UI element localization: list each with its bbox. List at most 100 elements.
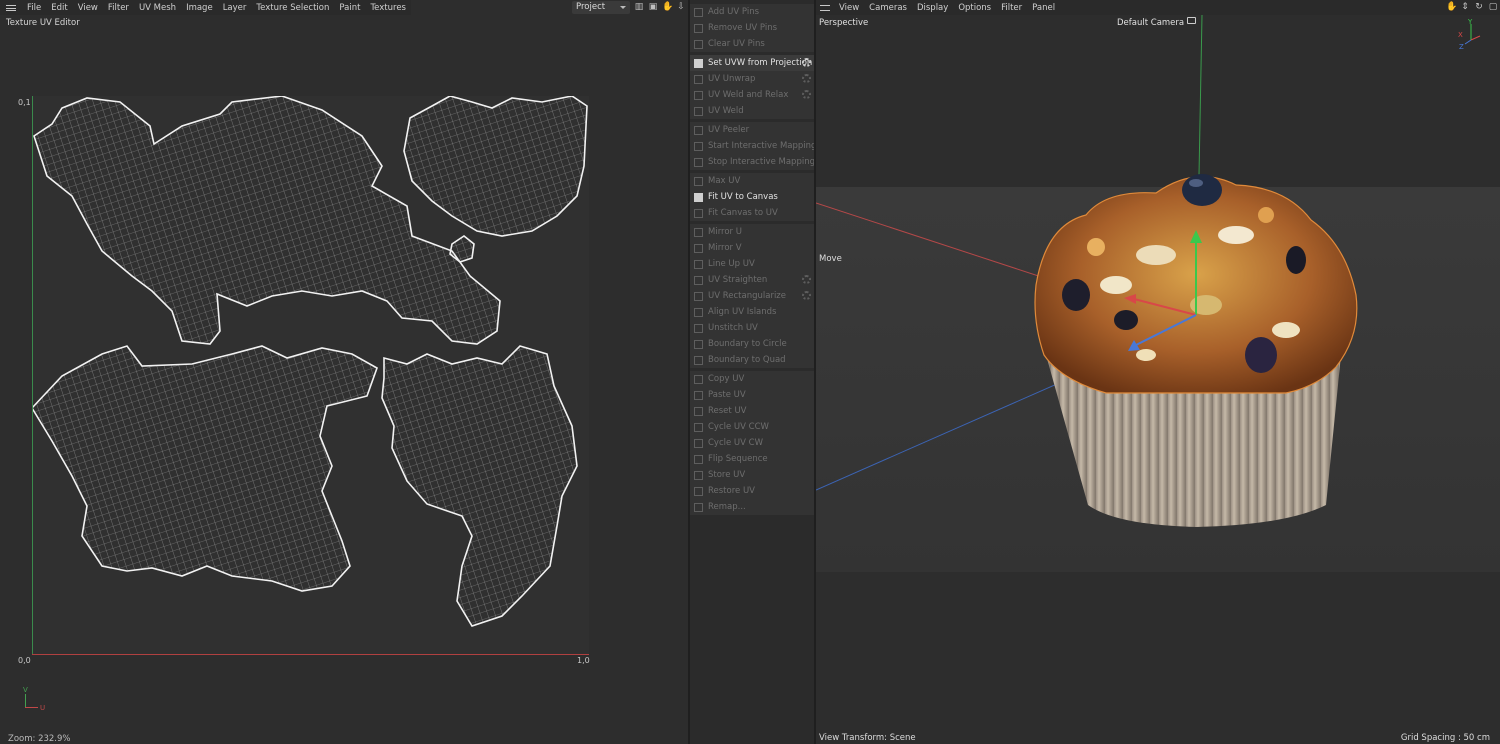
command-set-uvw-from-projection[interactable]: Set UVW from Projection — [690, 55, 814, 71]
uv-gizmo-v-axis — [25, 694, 26, 707]
uv-canvas[interactable] — [32, 96, 589, 654]
command-reset-uv[interactable]: Reset UV — [690, 403, 814, 419]
hand-pan-icon[interactable]: ✋ — [662, 2, 673, 12]
command-label: UV Rectangularize — [708, 291, 786, 301]
menu-paint[interactable]: Paint — [334, 3, 365, 13]
straighten-icon — [694, 275, 703, 285]
command-line-up-uv[interactable]: Line Up UV — [690, 256, 814, 272]
project-dropdown[interactable]: Project — [572, 1, 630, 14]
command-mirror-v[interactable]: Mirror V — [690, 240, 814, 256]
command-fit-uv-to-canvas[interactable]: Fit UV to Canvas — [690, 189, 814, 205]
command-mirror-u[interactable]: Mirror U — [690, 224, 814, 240]
paste-icon — [694, 390, 703, 400]
projection-icon — [694, 58, 703, 68]
command-unstitch-uv[interactable]: Unstitch UV — [690, 320, 814, 336]
command-add-uv-pins[interactable]: Add UV Pins — [690, 4, 814, 20]
gear-icon[interactable] — [802, 58, 811, 67]
camera-icon[interactable] — [1187, 17, 1196, 24]
menu-panel[interactable]: Panel — [1027, 3, 1060, 13]
fit-canvas-icon — [694, 208, 703, 218]
command-label: Cycle UV CW — [708, 438, 764, 448]
pin-add-icon — [694, 7, 703, 17]
command-paste-uv[interactable]: Paste UV — [690, 387, 814, 403]
hand-pan-icon[interactable]: ✋ — [1446, 2, 1457, 12]
unwrap-icon — [694, 74, 703, 84]
command-label: Mirror V — [708, 243, 742, 253]
store-icon — [694, 470, 703, 480]
command-remap[interactable]: Remap... — [690, 499, 814, 515]
view-transform-status: View Transform: Scene — [819, 733, 916, 743]
command-label: Remove UV Pins — [708, 23, 778, 33]
command-uv-unwrap[interactable]: UV Unwrap — [690, 71, 814, 87]
gear-icon[interactable] — [802, 90, 811, 99]
camera-name[interactable]: Default Camera — [1117, 18, 1184, 28]
copy-icon — [694, 374, 703, 384]
command-store-uv[interactable]: Store UV — [690, 467, 814, 483]
gizmo-y-label: Y — [1467, 18, 1473, 26]
command-flip-sequence[interactable]: Flip Sequence — [690, 451, 814, 467]
mirror-u-icon — [694, 227, 703, 237]
menu-image[interactable]: Image — [181, 3, 218, 13]
arrow-down-icon[interactable]: ⇩ — [676, 2, 686, 12]
command-restore-uv[interactable]: Restore UV — [690, 483, 814, 499]
menu-edit[interactable]: Edit — [46, 3, 72, 13]
menu-layer[interactable]: Layer — [218, 3, 252, 13]
command-label: Boundary to Circle — [708, 339, 787, 349]
histogram-icon[interactable]: ▥ — [634, 2, 644, 12]
menu-display[interactable]: Display — [912, 3, 953, 13]
hamburger-menu-icon[interactable] — [0, 4, 22, 11]
uv-island-4[interactable] — [32, 345, 378, 592]
menu-uv-mesh[interactable]: UV Mesh — [134, 3, 181, 13]
uv-island-2[interactable] — [403, 96, 588, 237]
menu-options[interactable]: Options — [953, 3, 996, 13]
command-label: UV Straighten — [708, 275, 768, 285]
gear-icon[interactable] — [802, 275, 811, 284]
menu-filter[interactable]: Filter — [996, 3, 1027, 13]
command-label: Clear UV Pins — [708, 39, 765, 49]
command-start-interactive-mapping[interactable]: Start Interactive Mapping — [690, 138, 816, 154]
zoom-status: Zoom: 232.9% — [8, 734, 71, 744]
menu-view[interactable]: View — [834, 3, 864, 13]
command-group: Mirror U Mirror V Line Up UV UV Straighten U… — [690, 224, 814, 368]
circle-icon — [694, 339, 703, 349]
menu-view[interactable]: View — [73, 3, 103, 13]
command-cycle-uv-ccw[interactable]: Cycle UV CCW — [690, 419, 814, 435]
uv-island-5[interactable] — [381, 345, 578, 627]
command-uv-rectangularize[interactable]: UV Rectangularize — [690, 288, 814, 304]
gear-icon[interactable] — [802, 74, 811, 83]
command-align-uv-islands[interactable]: Align UV Islands — [690, 304, 814, 320]
command-group: Max UV Fit UV to Canvas Fit Canvas to UV — [690, 173, 814, 221]
window-icon[interactable]: ▢ — [1488, 2, 1498, 12]
gear-icon[interactable] — [802, 291, 811, 300]
command-max-uv[interactable]: Max UV — [690, 173, 814, 189]
command-uv-straighten[interactable]: UV Straighten — [690, 272, 814, 288]
command-uv-weld-and-relax[interactable]: UV Weld and Relax — [690, 87, 814, 103]
command-uv-peeler[interactable]: UV Peeler — [690, 122, 814, 138]
command-copy-uv[interactable]: Copy UV — [690, 371, 814, 387]
menu-filter[interactable]: Filter — [103, 3, 134, 13]
command-group: Copy UV Paste UV Reset UV Cycle UV CCW Cycle… — [690, 371, 814, 515]
arrows-move-icon[interactable]: ⇕ — [1460, 2, 1470, 12]
menu-cameras[interactable]: Cameras — [864, 3, 912, 13]
menu-texture-selection[interactable]: Texture Selection — [251, 3, 334, 13]
menu-textures[interactable]: Textures — [365, 3, 411, 13]
weld-relax-icon — [694, 90, 703, 100]
uv-gizmo-u-label: U — [40, 704, 46, 712]
command-stop-interactive-mapping[interactable]: Stop Interactive Mapping — [690, 154, 815, 170]
reset-icon — [694, 406, 703, 416]
command-uv-weld[interactable]: UV Weld — [690, 103, 814, 119]
viewport-3d[interactable] — [816, 15, 1500, 730]
menu-file[interactable]: File — [22, 3, 46, 13]
command-boundary-to-circle[interactable]: Boundary to Circle — [690, 336, 814, 352]
hamburger-menu-icon[interactable] — [816, 4, 834, 11]
command-cycle-uv-cw[interactable]: Cycle UV CW — [690, 435, 814, 451]
command-label: UV Peeler — [708, 125, 750, 135]
command-boundary-to-quad[interactable]: Boundary to Quad — [690, 352, 814, 368]
command-group: Set UVW from Projection UV Unwrap UV Weld … — [690, 55, 814, 119]
command-fit-canvas-to-uv[interactable]: Fit Canvas to UV — [690, 205, 814, 221]
lock-icon[interactable]: ▣ — [648, 2, 658, 12]
command-clear-uv-pins[interactable]: Clear UV Pins — [690, 36, 814, 52]
rotate-view-icon[interactable]: ↻ — [1474, 2, 1484, 12]
quad-icon — [694, 355, 703, 365]
command-remove-uv-pins[interactable]: Remove UV Pins — [690, 20, 814, 36]
